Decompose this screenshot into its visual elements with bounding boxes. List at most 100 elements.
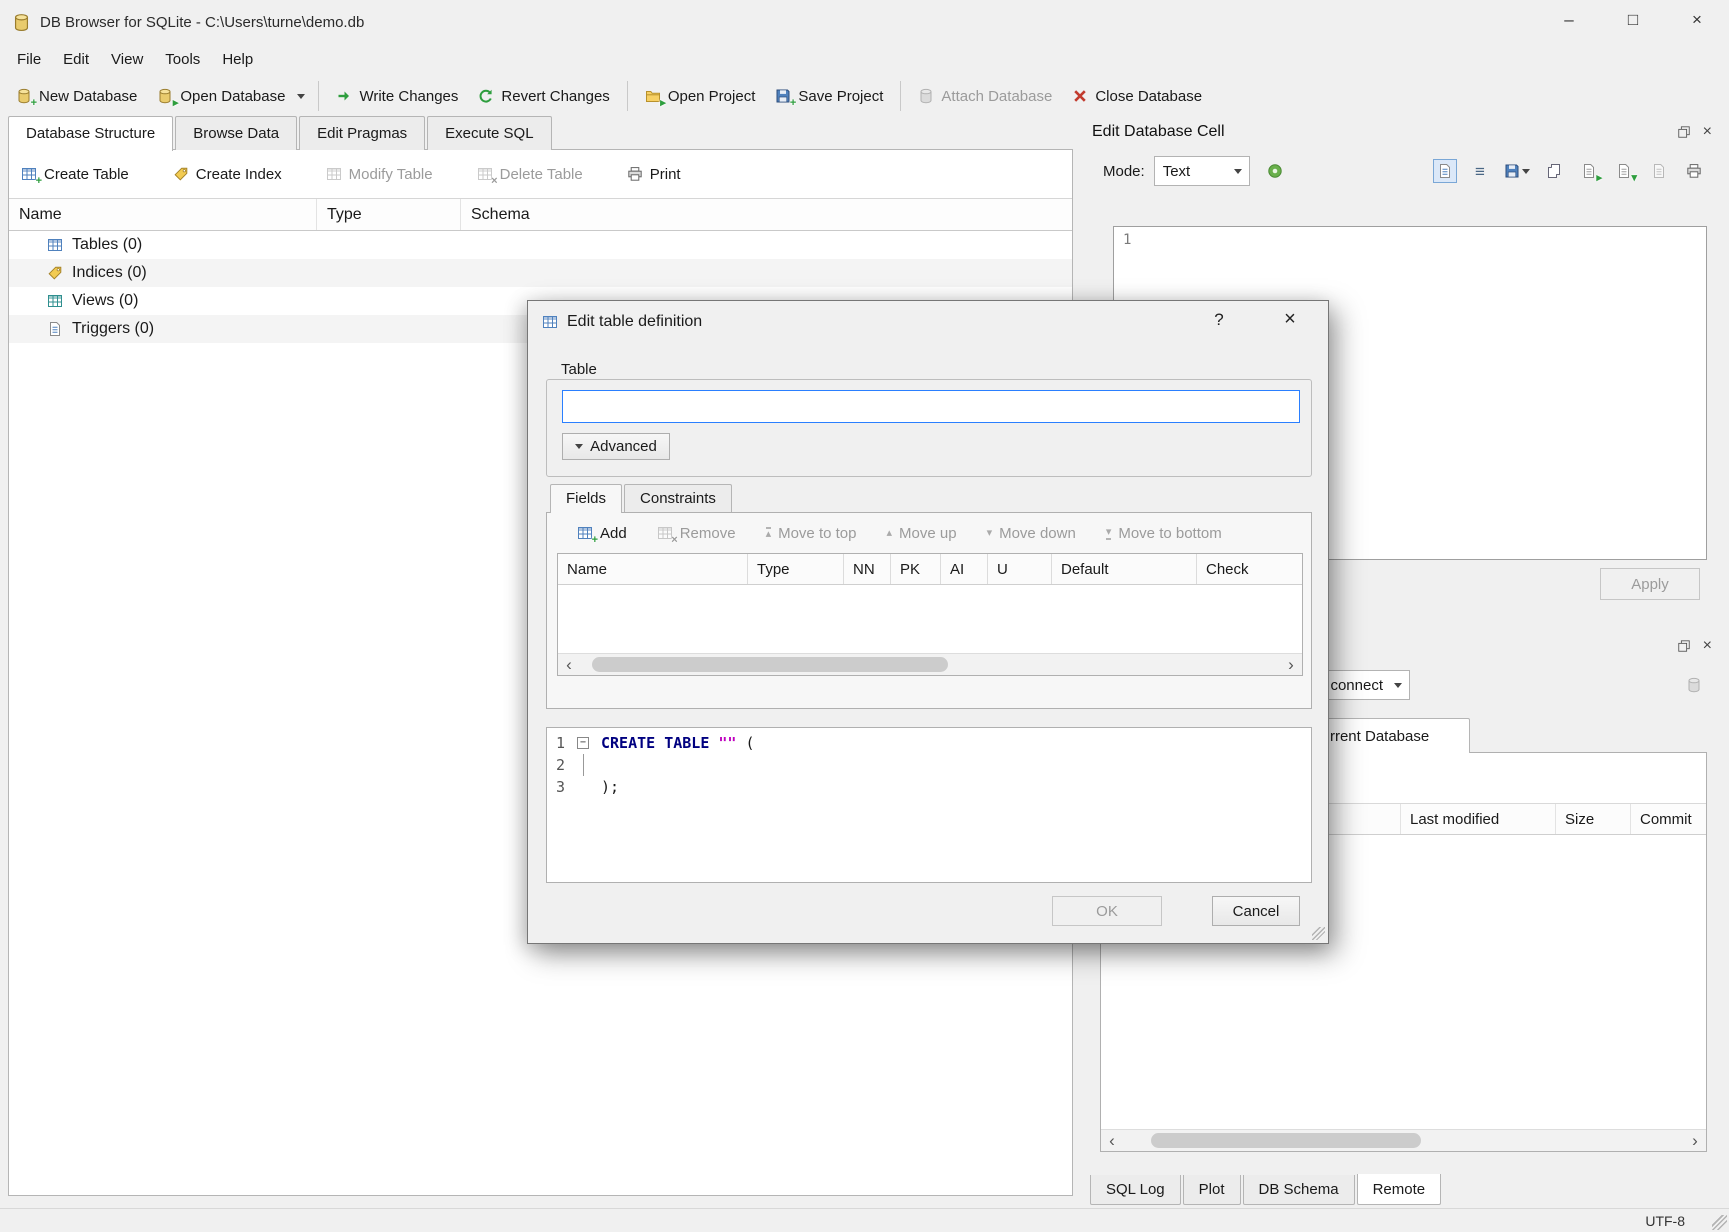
write-changes-icon — [336, 88, 352, 104]
view-icon — [47, 293, 63, 309]
chevron-down-icon — [1522, 169, 1530, 174]
scroll-right-icon[interactable]: › — [1684, 1130, 1706, 1152]
scrollbar-thumb[interactable] — [1151, 1133, 1421, 1148]
edit-cell-header[interactable]: Edit Database Cell × — [1085, 116, 1722, 148]
close-database-button[interactable]: Close Database — [1062, 81, 1212, 112]
column-name[interactable]: Name — [558, 554, 748, 584]
tab-constraints[interactable]: Constraints — [624, 484, 732, 512]
encoding-indicator[interactable]: UTF-8 — [1645, 1213, 1685, 1229]
tab-remote[interactable]: Remote — [1357, 1174, 1442, 1205]
save-cell-icon[interactable] — [1503, 159, 1531, 183]
revert-changes-button[interactable]: Revert Changes — [468, 81, 619, 112]
table-name-input[interactable] — [562, 390, 1300, 423]
menu-help[interactable]: Help — [211, 47, 264, 72]
column-default[interactable]: Default — [1052, 554, 1197, 584]
titlebar[interactable]: DB Browser for SQLite - C:\Users\turne\d… — [0, 0, 1729, 44]
save-project-button[interactable]: + Save Project — [765, 81, 893, 112]
fields-hscrollbar[interactable]: ‹ › — [558, 653, 1302, 675]
delete-table-button[interactable]: × Delete Table — [477, 166, 583, 183]
new-database-button[interactable]: + New Database — [6, 81, 147, 112]
tab-browse-data[interactable]: Browse Data — [175, 116, 297, 150]
column-ai[interactable]: AI — [941, 554, 988, 584]
add-field-button[interactable]: + Add — [577, 525, 627, 542]
open-project-button[interactable]: ▸ Open Project — [635, 81, 766, 112]
attach-database-button[interactable]: Attach Database — [908, 81, 1062, 112]
dialog-titlebar[interactable]: Edit table definition ? × — [528, 301, 1328, 343]
dialog-help-button[interactable]: ? — [1206, 310, 1232, 330]
minimize-button[interactable]: – — [1537, 0, 1601, 40]
close-panel-icon[interactable]: × — [1703, 638, 1712, 654]
create-index-icon — [173, 166, 189, 182]
column-u[interactable]: U — [988, 554, 1052, 584]
tree-column-name[interactable]: Name — [9, 199, 317, 230]
scroll-left-icon[interactable]: ‹ — [1101, 1130, 1123, 1152]
advanced-button[interactable]: Advanced — [562, 433, 670, 460]
create-table-button[interactable]: + Create Table — [21, 166, 129, 183]
modify-table-button[interactable]: Modify Table — [326, 166, 433, 183]
open-project-icon: ▸ — [645, 88, 661, 104]
column-type[interactable]: Type — [748, 554, 844, 584]
print-cell-icon[interactable] — [1682, 159, 1706, 183]
apply-button[interactable]: Apply — [1600, 568, 1700, 600]
export-cell-icon[interactable]: ▾ — [1612, 159, 1636, 183]
column-nn[interactable]: NN — [844, 554, 891, 584]
tree-row-tables[interactable]: Tables (0) — [9, 231, 1072, 259]
fold-column — [573, 776, 595, 798]
scroll-right-icon[interactable]: › — [1280, 654, 1302, 676]
import-cell-icon[interactable]: ▸ — [1577, 159, 1601, 183]
tab-execute-sql[interactable]: Execute SQL — [427, 116, 551, 150]
tree-row-indices[interactable]: Indices (0) — [9, 259, 1072, 287]
menu-file[interactable]: File — [6, 47, 52, 72]
close-button[interactable]: × — [1665, 0, 1729, 40]
auto-mode-button[interactable] — [1259, 156, 1291, 186]
menu-tools[interactable]: Tools — [154, 47, 211, 72]
open-database-dropdown[interactable] — [295, 87, 311, 106]
menu-view[interactable]: View — [100, 47, 154, 72]
menu-edit[interactable]: Edit — [52, 47, 100, 72]
move-up-button[interactable]: ▴ Move up — [886, 525, 956, 542]
tree-column-type[interactable]: Type — [317, 199, 461, 230]
tree-column-schema[interactable]: Schema — [461, 199, 1072, 230]
move-down-button[interactable]: ▾ Move down — [987, 525, 1076, 542]
tab-plot[interactable]: Plot — [1183, 1175, 1241, 1205]
move-to-bottom-button[interactable]: ▾ Move to bottom — [1106, 525, 1222, 542]
window-controls: – □ × — [1537, 0, 1729, 40]
column-pk[interactable]: PK — [891, 554, 941, 584]
upload-database-icon[interactable] — [1682, 673, 1706, 697]
tab-fields[interactable]: Fields — [550, 484, 622, 513]
scrollbar-thumb[interactable] — [592, 657, 948, 672]
remote-hscrollbar[interactable]: ‹ › — [1101, 1129, 1706, 1151]
maximize-button[interactable]: □ — [1601, 0, 1665, 40]
copy-cell-icon[interactable] — [1542, 159, 1566, 183]
resize-grip[interactable] — [1712, 1215, 1727, 1230]
word-wrap-icon[interactable]: ≡ — [1468, 159, 1492, 183]
tab-db-schema[interactable]: DB Schema — [1243, 1175, 1355, 1205]
dialog-close-button[interactable]: × — [1276, 308, 1304, 331]
write-changes-button[interactable]: Write Changes — [326, 81, 468, 112]
mode-combo[interactable]: Text — [1154, 156, 1250, 186]
fields-grid-body[interactable] — [558, 585, 1302, 653]
column-check[interactable]: Check — [1197, 554, 1302, 584]
open-database-button[interactable]: ▸ Open Database — [147, 81, 295, 112]
tab-database-structure[interactable]: Database Structure — [8, 116, 173, 151]
cancel-button[interactable]: Cancel — [1212, 896, 1300, 926]
float-panel-icon[interactable] — [1677, 639, 1691, 653]
remote-column-commit[interactable]: Commit — [1631, 804, 1706, 834]
create-index-button[interactable]: Create Index — [173, 166, 282, 183]
close-panel-icon[interactable]: × — [1703, 124, 1712, 140]
remote-column-last-modified[interactable]: Last modified — [1401, 804, 1556, 834]
set-null-icon[interactable] — [1647, 159, 1671, 183]
move-to-top-button[interactable]: ▴ Move to top — [766, 525, 857, 542]
sql-keyword: CREATE TABLE — [601, 734, 709, 752]
print-button[interactable]: Print — [627, 166, 681, 183]
text-mode-icon[interactable] — [1433, 159, 1457, 183]
remove-field-button[interactable]: × Remove — [657, 525, 736, 542]
tab-edit-pragmas[interactable]: Edit Pragmas — [299, 116, 425, 150]
tab-sql-log[interactable]: SQL Log — [1090, 1175, 1181, 1205]
scroll-left-icon[interactable]: ‹ — [558, 654, 580, 676]
fold-collapse-icon[interactable]: − — [577, 737, 589, 749]
ok-button[interactable]: OK — [1052, 896, 1162, 926]
dialog-resize-grip[interactable] — [1312, 927, 1325, 940]
remote-column-size[interactable]: Size — [1556, 804, 1631, 834]
float-panel-icon[interactable] — [1677, 125, 1691, 139]
